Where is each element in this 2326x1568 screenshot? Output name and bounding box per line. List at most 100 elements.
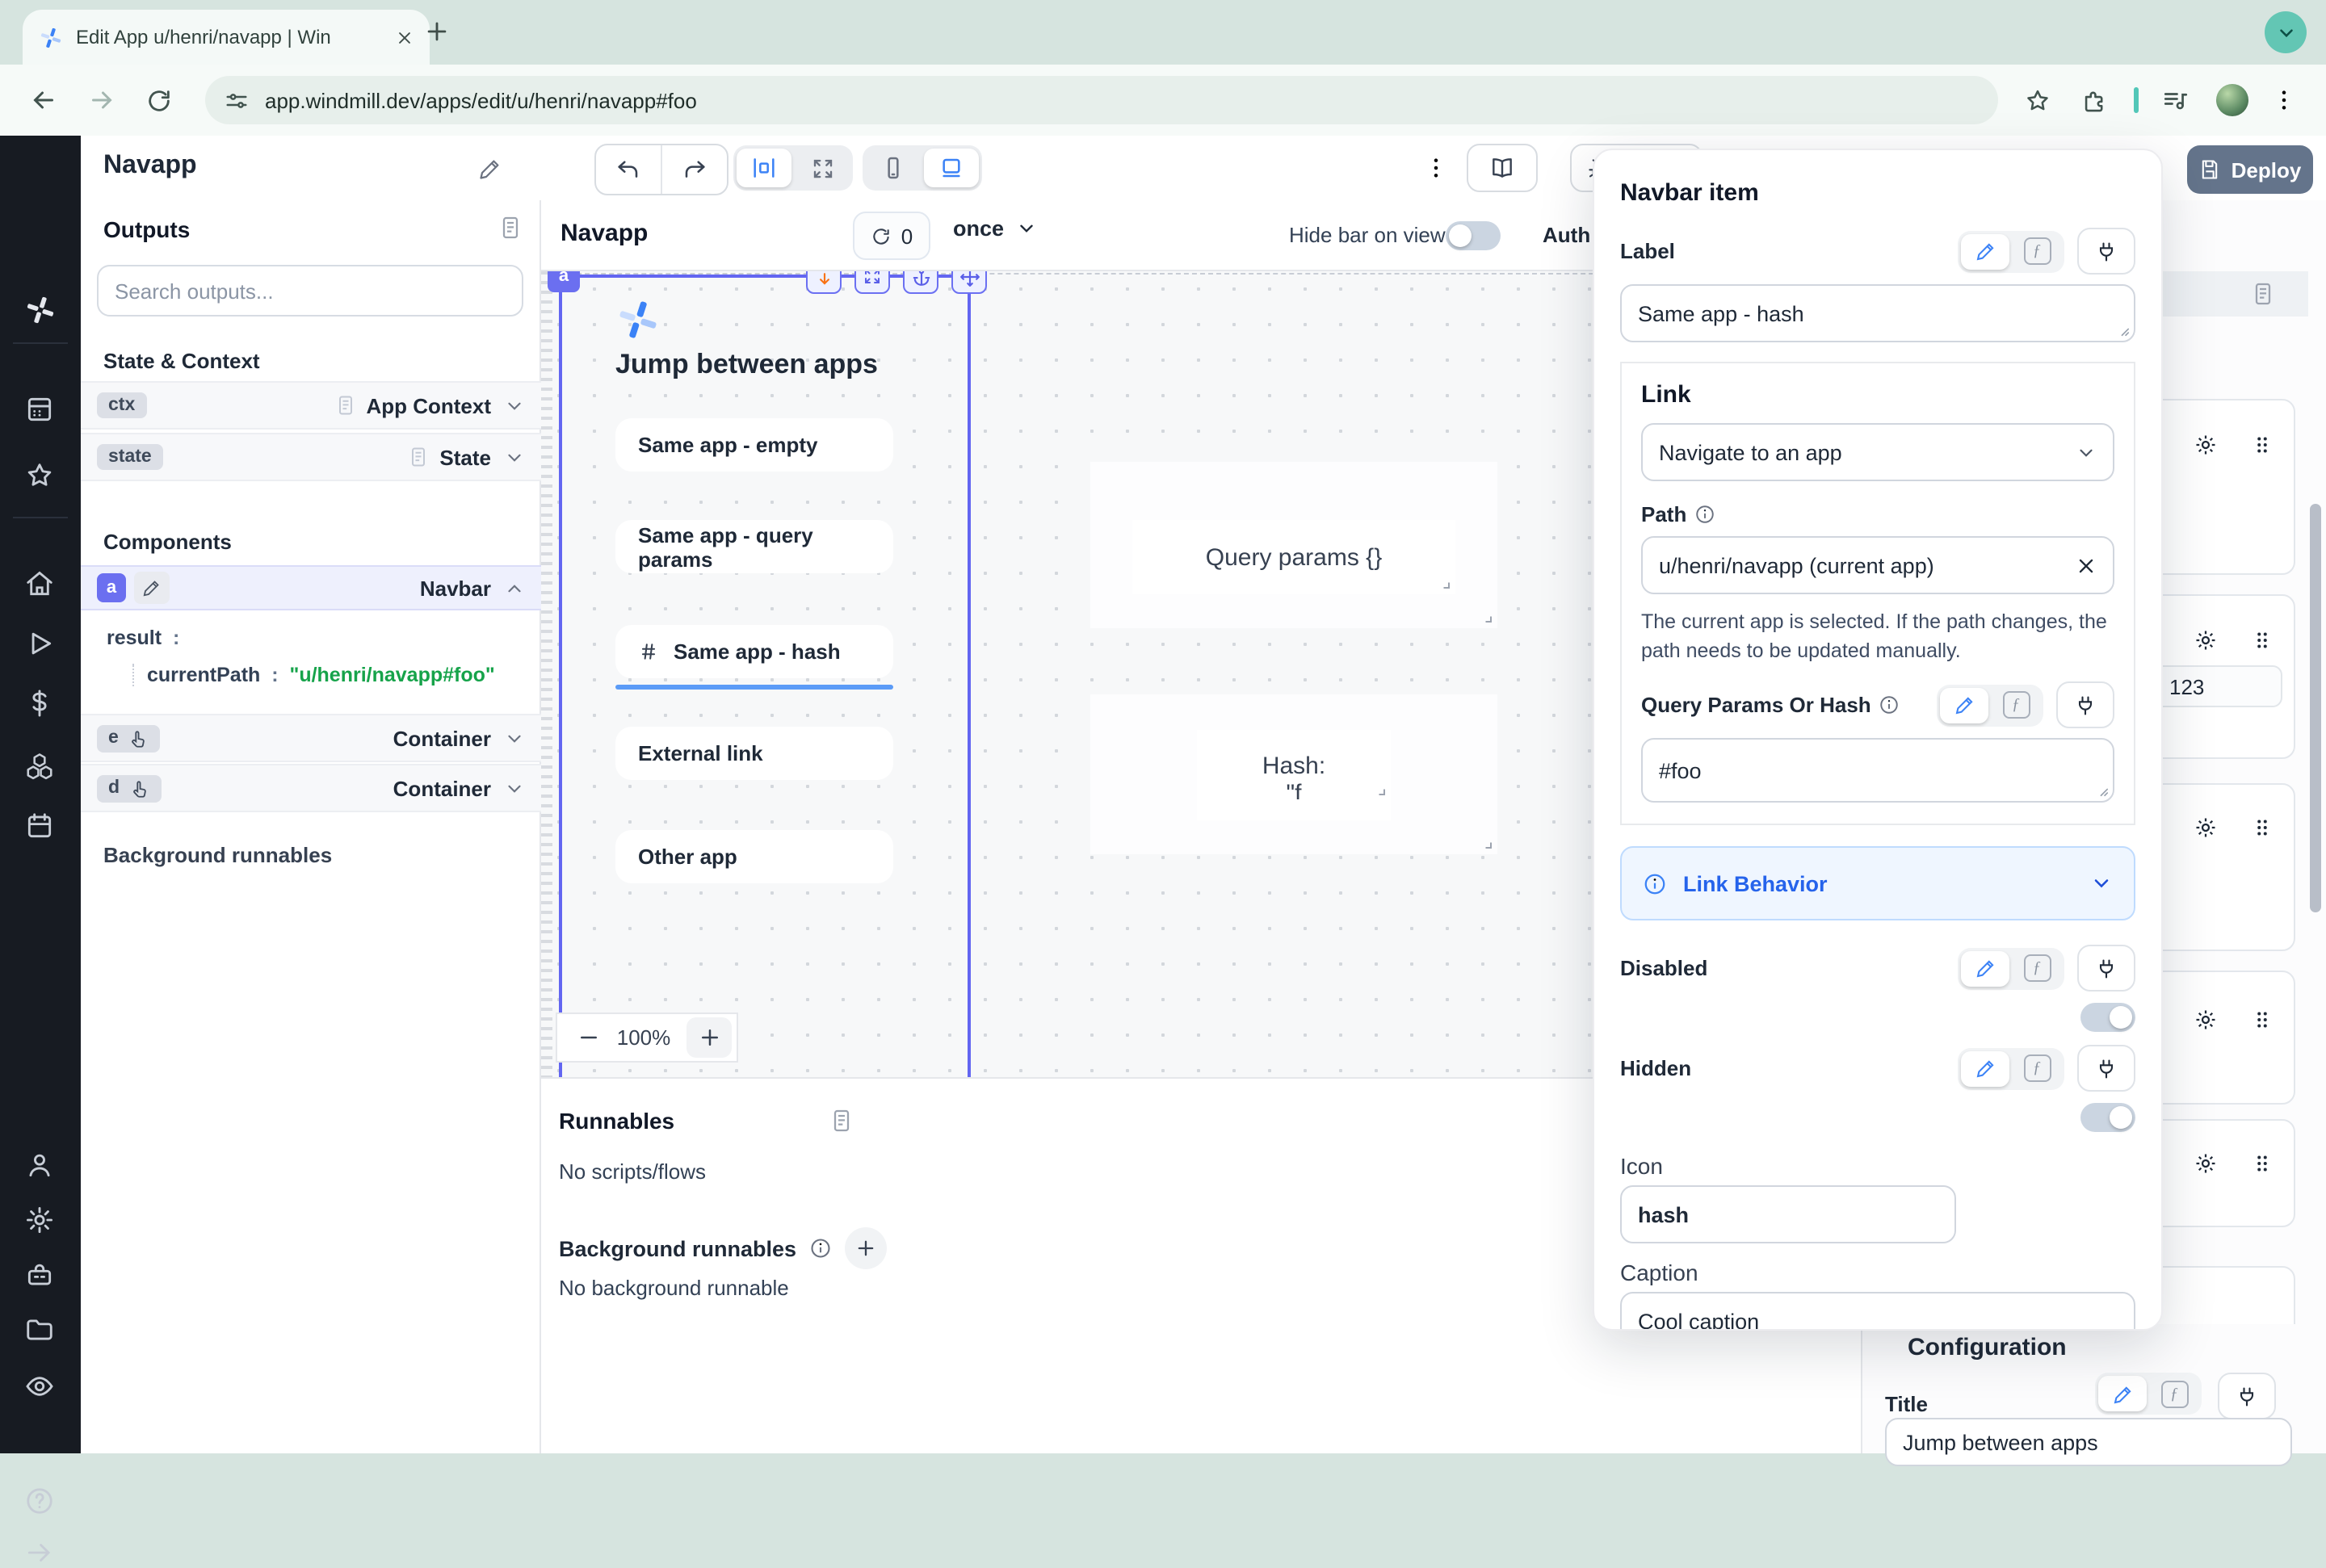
title-config-input[interactable] bbox=[1885, 1418, 2292, 1466]
run-mode-dropdown[interactable]: once bbox=[953, 216, 1036, 241]
tab-close-icon[interactable] bbox=[396, 28, 414, 46]
site-settings-icon[interactable] bbox=[225, 88, 249, 112]
bookmark-star-icon[interactable] bbox=[2024, 86, 2051, 114]
expression-mode-button[interactable]: ƒ bbox=[1992, 688, 2040, 723]
doc-icon[interactable] bbox=[2250, 281, 2276, 307]
container-d-row[interactable]: d Container bbox=[81, 764, 541, 812]
ctx-row[interactable]: ctx App Context bbox=[81, 381, 541, 430]
nav-item-query-params[interactable]: Same app - query params bbox=[615, 520, 893, 573]
desktop-preview-button[interactable] bbox=[924, 149, 979, 187]
nav-item-other-app[interactable]: Other app bbox=[615, 830, 893, 883]
anchor-handle[interactable] bbox=[903, 271, 938, 294]
static-mode-button[interactable] bbox=[1961, 233, 2009, 269]
navbar-component-row[interactable]: a Navbar bbox=[81, 565, 541, 610]
doc-icon[interactable] bbox=[498, 215, 523, 241]
sidebar-item-apps[interactable] bbox=[24, 394, 55, 425]
static-mode-button[interactable] bbox=[2098, 1376, 2147, 1411]
browser-tab[interactable]: Edit App u/henri/navapp | Win bbox=[23, 10, 430, 65]
full-width-button[interactable] bbox=[795, 149, 850, 187]
resize-corner-icon[interactable] bbox=[1368, 778, 1388, 798]
browser-menu-icon[interactable] bbox=[2271, 87, 2297, 113]
expression-mode-button[interactable]: ƒ bbox=[2150, 1376, 2198, 1411]
grip-icon[interactable] bbox=[2250, 628, 2274, 652]
back-icon[interactable] bbox=[29, 86, 58, 115]
nav-item-hash-active[interactable]: Same app - hash bbox=[615, 625, 893, 678]
browser-profile-chevron[interactable] bbox=[2265, 11, 2307, 53]
sidebar-item-schedules[interactable] bbox=[24, 811, 55, 841]
sidebar-collapse-icon[interactable] bbox=[24, 1537, 55, 1568]
doc-icon[interactable] bbox=[829, 1108, 854, 1134]
undo-button[interactable] bbox=[596, 145, 661, 194]
rename-app-pencil-icon[interactable] bbox=[478, 157, 502, 181]
sidebar-item-workers[interactable] bbox=[24, 1260, 55, 1290]
component-result-tree[interactable]: result : currentPath : "u/henri/navapp#f… bbox=[107, 623, 495, 686]
gear-icon[interactable] bbox=[2194, 815, 2218, 840]
connect-input-button[interactable] bbox=[2077, 1046, 2135, 1092]
disabled-toggle[interactable] bbox=[2080, 1004, 2135, 1033]
hidden-toggle[interactable] bbox=[2080, 1104, 2135, 1133]
reload-icon[interactable] bbox=[145, 86, 173, 114]
hide-bar-toggle[interactable] bbox=[1446, 221, 1501, 250]
hash-text-box[interactable]: Hash: "f bbox=[1197, 730, 1391, 820]
state-row[interactable]: state State bbox=[81, 433, 541, 481]
redo-button[interactable] bbox=[661, 145, 727, 194]
sidebar-item-favorites[interactable] bbox=[24, 460, 55, 491]
new-tab-icon[interactable] bbox=[423, 18, 451, 45]
expand-down-handle[interactable] bbox=[806, 271, 842, 294]
caption-input[interactable] bbox=[1620, 1293, 2135, 1331]
zoom-in-button[interactable] bbox=[686, 1017, 732, 1058]
gear-icon[interactable] bbox=[2194, 1151, 2218, 1176]
centered-layout-button[interactable] bbox=[737, 149, 791, 187]
resize-corner-icon[interactable] bbox=[1433, 572, 1452, 591]
address-bar[interactable]: app.windmill.dev/apps/edit/u/henri/navap… bbox=[205, 76, 1998, 124]
link-behavior-collapsible[interactable]: Link Behavior bbox=[1620, 847, 2135, 921]
grip-icon[interactable] bbox=[2250, 1008, 2274, 1032]
docs-button[interactable] bbox=[1467, 144, 1538, 192]
connect-input-button[interactable] bbox=[2218, 1373, 2276, 1419]
extensions-icon[interactable] bbox=[2080, 86, 2108, 114]
fullscreen-handle[interactable] bbox=[854, 271, 890, 294]
move-handle[interactable] bbox=[951, 271, 987, 294]
static-mode-button[interactable] bbox=[1961, 951, 2009, 987]
sidebar-item-audit-logs[interactable] bbox=[24, 1371, 55, 1402]
textarea-resize-icon[interactable] bbox=[2092, 781, 2110, 799]
nav-item-empty[interactable]: Same app - empty bbox=[615, 418, 893, 472]
edit-component-button[interactable] bbox=[134, 572, 170, 604]
sidebar-item-help[interactable] bbox=[24, 1486, 55, 1516]
label-input[interactable] bbox=[1620, 284, 2135, 342]
query-params-text-box[interactable]: Query params {} bbox=[1132, 520, 1455, 594]
sidebar-item-runs[interactable] bbox=[24, 628, 55, 659]
qph-input[interactable] bbox=[1641, 739, 2114, 803]
sidebar-item-resources[interactable] bbox=[24, 751, 55, 782]
icon-input[interactable] bbox=[1620, 1186, 1956, 1244]
gear-icon[interactable] bbox=[2194, 628, 2218, 652]
deploy-button[interactable]: Deploy bbox=[2187, 145, 2313, 194]
expression-mode-button[interactable]: ƒ bbox=[2013, 1051, 2061, 1087]
chevron-up-icon[interactable] bbox=[504, 577, 525, 598]
nav-item-external-link[interactable]: External link bbox=[615, 727, 893, 780]
expression-mode-button[interactable]: ƒ bbox=[2013, 233, 2061, 269]
zoom-out-icon[interactable] bbox=[577, 1025, 601, 1050]
sidebar-item-settings[interactable] bbox=[24, 1205, 55, 1235]
forward-icon[interactable] bbox=[87, 86, 116, 115]
grip-icon[interactable] bbox=[2250, 1151, 2274, 1176]
search-outputs-input[interactable] bbox=[97, 265, 523, 317]
add-background-runnable-button[interactable] bbox=[845, 1227, 887, 1269]
resize-corner-icon[interactable] bbox=[1475, 832, 1494, 851]
path-input[interactable] bbox=[1641, 536, 2114, 594]
connect-input-button[interactable] bbox=[2077, 945, 2135, 992]
chevron-down-icon[interactable] bbox=[504, 727, 525, 748]
gear-icon[interactable] bbox=[2194, 433, 2218, 457]
container-e-row[interactable]: e Container bbox=[81, 714, 541, 762]
resize-corner-icon[interactable] bbox=[1475, 606, 1494, 625]
connect-input-button[interactable] bbox=[2056, 682, 2114, 729]
expression-mode-button[interactable]: ƒ bbox=[2013, 951, 2061, 987]
sidebar-item-folders[interactable] bbox=[24, 1314, 55, 1345]
windmill-logo-icon[interactable] bbox=[24, 294, 57, 326]
browser-avatar[interactable] bbox=[2216, 84, 2248, 116]
static-mode-button[interactable] bbox=[1961, 1051, 2009, 1087]
grip-icon[interactable] bbox=[2250, 815, 2274, 840]
clear-path-icon[interactable] bbox=[2076, 555, 2097, 576]
chevron-down-icon[interactable] bbox=[504, 395, 525, 416]
grip-icon[interactable] bbox=[2250, 433, 2274, 457]
